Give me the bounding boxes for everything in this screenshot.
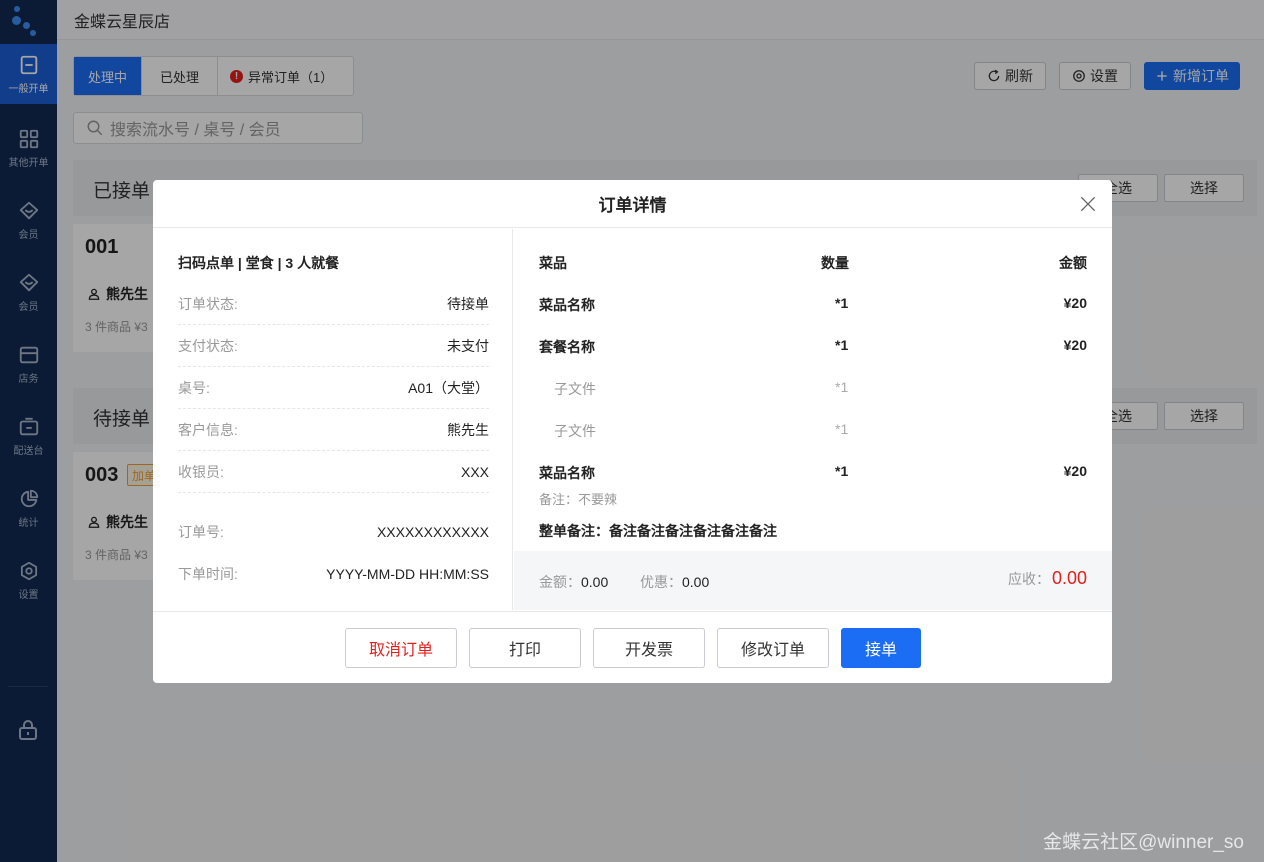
cancel-order-button[interactable]: 取消订单 [345,628,457,668]
summary-label: 金额： [539,574,581,590]
info-label: 收银员: [178,463,224,480]
item-name: 菜品名称 [539,297,595,313]
modify-order-button[interactable]: 修改订单 [717,628,829,668]
info-row-customer: 客户信息: 熊先生 [178,409,489,451]
info-value: XXX [460,463,489,480]
due-value: 0.00 [1051,568,1087,588]
item-name: 菜品名称 [539,465,595,481]
item-amount: ¥20 [1063,337,1087,353]
item-name: 套餐名称 [539,339,595,355]
sub-item-qty: *1 [835,421,849,437]
invoice-button[interactable]: 开发票 [593,628,705,668]
sub-item-qty: *1 [835,379,849,395]
info-row-order-time: 下单时间: YYYY-MM-DD HH:MM:SS [178,553,489,595]
summary-label: 应收： [1007,571,1050,587]
summary-value: 0.00 [682,574,710,590]
info-label: 下单时间: [178,566,238,582]
summary-value: 0.00 [581,574,609,590]
info-value: 未支付 [447,337,489,354]
print-button[interactable]: 打印 [469,628,581,668]
info-value: 熊先生 [447,421,489,438]
column-header-amount: 金额 [1059,255,1087,271]
info-row-payment-status: 支付状态: 未支付 [178,325,489,367]
info-value: XXXXXXXXXXXX [376,524,489,540]
order-detail-modal: 订单详情 扫码点单 | 堂食 | 3 人就餐 订单状态: 待接单 支付状态: 未… [153,180,1112,683]
info-label: 订单号: [178,524,224,540]
info-row-order-status: 订单状态: 待接单 [178,283,489,325]
item-qty: *1 [835,295,849,311]
item-amount: ¥20 [1063,463,1087,479]
info-label: 订单状态: [178,295,238,312]
item-note: 备注：不要辣 [539,492,618,507]
info-row-table: 桌号: A01（大堂） [178,367,489,409]
column-header-qty: 数量 [821,255,849,271]
summary-label: 优惠： [640,574,682,590]
info-label: 桌号: [178,379,210,396]
sub-item-name: 子文件 [554,381,596,397]
item-amount: ¥20 [1063,295,1087,311]
info-row-order-number: 订单号: XXXXXXXXXXXX [178,511,489,553]
close-icon[interactable] [1078,194,1098,214]
accept-order-button[interactable]: 接单 [841,628,921,668]
order-type: 扫码点单 | 堂食 | 3 人就餐 [178,255,340,271]
summary-discount: 优惠：0.00 [640,572,709,592]
modal-footer: 取消订单 打印 开发票 修改订单 接单 [153,611,1112,683]
order-note: 整单备注：备注备注备注备注备注备注 [539,523,777,539]
info-label: 客户信息: [178,421,238,438]
info-label: 支付状态: [178,337,238,354]
summary-due: 应收： 0.00 [1008,568,1087,589]
summary-amount: 金额：0.00 [539,572,608,592]
info-value: 待接单 [447,295,489,312]
order-summary: 金额：0.00 优惠：0.00 应收： 0.00 [514,551,1112,610]
item-qty: *1 [835,337,849,353]
modal-title: 订单详情 [153,180,1112,228]
sub-item-name: 子文件 [554,423,596,439]
order-info-panel: 扫码点单 | 堂食 | 3 人就餐 订单状态: 待接单 支付状态: 未支付 桌号… [153,229,513,610]
column-header-dish: 菜品 [539,255,567,271]
watermark-credit: 金蝶云社区@winner_so [1043,832,1244,853]
info-value: YYYY-MM-DD HH:MM:SS [326,566,489,582]
info-row-cashier: 收银员: XXX [178,451,489,493]
item-qty: *1 [835,463,849,479]
info-value: A01（大堂） [408,379,489,396]
